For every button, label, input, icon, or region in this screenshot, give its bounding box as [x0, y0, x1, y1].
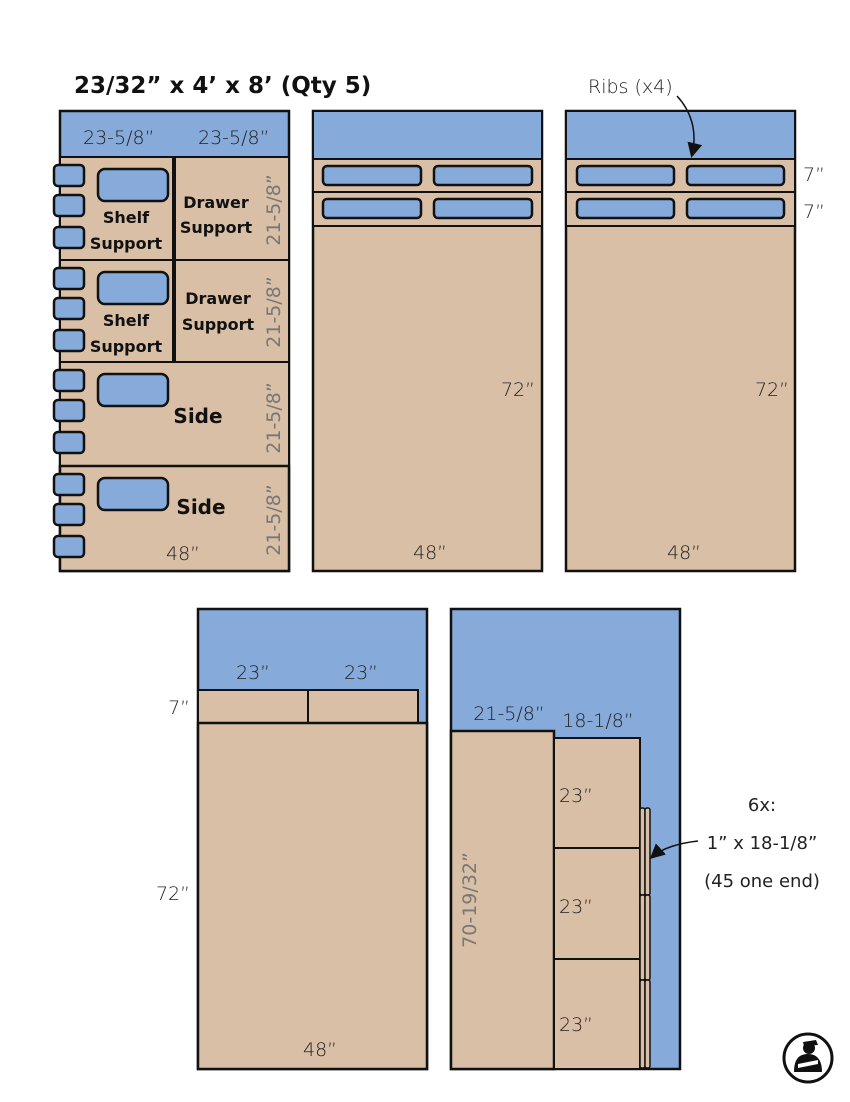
sheet-2: 72” 48” — [311, 109, 544, 573]
strip-callout: 1” x 18-1/8” — [707, 833, 818, 854]
ribs-callout: Ribs (x4) — [588, 76, 673, 98]
sheet-3: Ribs (x4) 7” 7” 72” 48” — [564, 76, 825, 573]
sheet-2-width-dim: 48” — [413, 542, 447, 564]
piece-label: Drawer — [183, 193, 249, 212]
tab-notch — [52, 266, 86, 291]
rib-dim: 7” — [803, 201, 825, 223]
sheet-4-width-dim: 48” — [303, 1039, 337, 1061]
long-panel-dim: 70-19/32” — [459, 852, 481, 948]
tab-notch — [52, 472, 86, 497]
drawer-panel-dim: 23” — [559, 785, 593, 807]
row-dim: 21-5/8” — [263, 382, 285, 453]
tab-notch — [52, 193, 86, 218]
piece-label: Support — [90, 337, 163, 356]
scrap-area — [565, 110, 796, 160]
page-title: 23/32” x 4’ x 8’ (Qty 5) — [74, 73, 371, 99]
sheet-3-width-dim: 48” — [667, 542, 701, 564]
thin-strips — [639, 807, 651, 1069]
sheet-1-width-dim: 48” — [166, 543, 200, 565]
rib-cutout — [575, 164, 676, 187]
thin-strip — [644, 894, 651, 981]
scrap-area — [312, 110, 543, 160]
sheet-3-length-dim: 72” — [755, 379, 789, 401]
strip-piece — [307, 689, 419, 724]
strip-piece — [197, 689, 309, 724]
sheet-4-length-dim: 72” — [156, 883, 190, 905]
rib-cutout — [685, 197, 786, 220]
slot-cutout — [96, 372, 170, 408]
row-dim: 21-5/8” — [263, 276, 285, 347]
rib-cutout — [321, 164, 423, 187]
drawer-panel-dim: 23” — [559, 896, 593, 918]
tab-notch — [52, 163, 86, 188]
main-panel — [196, 721, 429, 1071]
sheet-4-top-dim: 23” — [236, 662, 270, 684]
cut-diagram: 23/32” x 4’ x 8’ (Qty 5) 23-5/8” 23-5/8”… — [52, 73, 834, 1084]
tab-notch — [52, 368, 86, 393]
piece-label: Side — [176, 495, 225, 519]
sheet-5: 21-5/8” 18-1/8” 70-19/32” 23” 23” 23” 6x… — [449, 607, 820, 1071]
slot-cutout — [96, 270, 170, 306]
piece-label: Support — [180, 218, 253, 237]
piece-label: Support — [182, 315, 255, 334]
sheet-4-strip-dim: 7” — [168, 697, 190, 719]
rib-dim: 7” — [803, 164, 825, 186]
tab-notch — [52, 296, 86, 321]
rib-cutout — [685, 164, 786, 187]
rib-cutout — [321, 197, 423, 220]
row-dim: 21-5/8” — [263, 174, 285, 245]
sheet-1-top-dim-left: 23-5/8” — [83, 127, 154, 149]
tab-notch — [52, 430, 86, 455]
thin-strip — [644, 979, 651, 1069]
tab-notch — [52, 534, 86, 559]
sheet-1: 23-5/8” 23-5/8” Shelf Support Drawer Sup… — [52, 109, 291, 573]
strip-callout: 6x: — [748, 795, 776, 816]
piece-label: Support — [90, 234, 163, 253]
tab-notch — [52, 398, 86, 423]
piece-label: Shelf — [103, 208, 150, 227]
carpenter-logo-icon — [782, 1032, 834, 1084]
drawer-panel-dim: 23” — [559, 1014, 593, 1036]
rib-cutout — [575, 197, 676, 220]
rib-cutout — [432, 164, 534, 187]
slot-cutout — [96, 476, 170, 512]
sheet-4: 23” 23” 7” 72” 48” — [156, 607, 429, 1071]
tab-notch — [52, 328, 86, 353]
piece-label: Shelf — [103, 311, 150, 330]
sheet-5-top-dim: 21-5/8” — [473, 703, 544, 725]
slot-cutout — [96, 167, 170, 203]
strip-callout: (45 one end) — [704, 871, 820, 892]
piece-label: Side — [173, 404, 222, 428]
sheet-2-length-dim: 72” — [501, 379, 535, 401]
sheet-1-top-dim-right: 23-5/8” — [198, 127, 269, 149]
piece-label: Drawer — [185, 289, 251, 308]
rib-cutout — [432, 197, 534, 220]
sheet-4-top-dim: 23” — [344, 662, 378, 684]
thin-strip — [644, 807, 651, 896]
tab-notch — [52, 502, 86, 527]
tab-notch — [52, 225, 86, 250]
sheet-5-top-dim: 18-1/8” — [562, 710, 633, 732]
row-dim: 21-5/8” — [263, 484, 285, 555]
